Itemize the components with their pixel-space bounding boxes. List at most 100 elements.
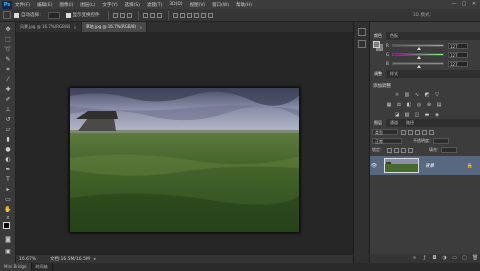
foreground-color-chip[interactable] bbox=[373, 41, 380, 48]
blur-tool-icon[interactable]: ● bbox=[4, 146, 12, 153]
lock-all-icon[interactable] bbox=[408, 147, 413, 153]
posterize-icon[interactable]: ▧ bbox=[404, 112, 410, 118]
quick-select-tool-icon[interactable]: ✎ bbox=[4, 56, 12, 63]
clone-stamp-tool-icon[interactable]: ⊥ bbox=[4, 106, 12, 113]
menu-view[interactable]: 视图(V) bbox=[190, 2, 206, 8]
layer-style-icon[interactable]: ƒ bbox=[422, 256, 427, 261]
add-mask-icon[interactable]: ◘ bbox=[432, 256, 437, 261]
gradient-tool-icon[interactable]: ▮ bbox=[4, 136, 12, 143]
menu-3d[interactable]: 3D(D) bbox=[169, 2, 182, 7]
blue-slider[interactable] bbox=[392, 62, 444, 68]
link-layers-icon[interactable]: ∞ bbox=[412, 256, 417, 261]
layer-row-background[interactable]: 👁 背景 🔒 bbox=[370, 156, 480, 175]
red-value-field[interactable]: 127 bbox=[448, 42, 468, 49]
distribute-bottom-icon[interactable] bbox=[186, 12, 192, 18]
blend-mode-select[interactable]: 正常 bbox=[372, 138, 402, 144]
filter-shape-icon[interactable] bbox=[422, 129, 427, 135]
tab-adjustments[interactable]: 调整 bbox=[370, 70, 386, 78]
filter-smart-object-icon[interactable] bbox=[429, 129, 434, 135]
vibrance-icon[interactable]: ▽ bbox=[434, 92, 440, 98]
tab-channels[interactable]: 通道 bbox=[386, 119, 402, 127]
levels-icon[interactable]: ▥ bbox=[404, 92, 410, 98]
menu-image[interactable]: 图像(I) bbox=[59, 2, 73, 8]
slider-thumb[interactable] bbox=[417, 47, 421, 50]
align-top-icon[interactable] bbox=[112, 12, 118, 18]
lock-transparent-icon[interactable] bbox=[387, 147, 392, 153]
menu-layer[interactable]: 图层(L) bbox=[80, 2, 95, 8]
channel-mixer-icon[interactable]: ⊛ bbox=[426, 102, 432, 108]
layer-name[interactable]: 背景 bbox=[425, 163, 434, 169]
tab-landscape[interactable]: 风景.jpg @ 16.7%(RGB/8) × bbox=[16, 22, 82, 32]
threshold-icon[interactable]: ◫ bbox=[414, 112, 420, 118]
red-slider[interactable] bbox=[392, 44, 444, 50]
tab-grass[interactable]: 草地.jpg @ 16.7%(RGB/8) × bbox=[81, 22, 148, 32]
distribute-center-icon[interactable] bbox=[200, 12, 206, 18]
menu-help[interactable]: 帮助(H) bbox=[236, 2, 252, 8]
curves-icon[interactable]: ∿ bbox=[414, 92, 420, 98]
new-group-icon[interactable]: ▭ bbox=[452, 256, 457, 261]
tab-swatches[interactable]: 色板 bbox=[386, 32, 402, 40]
move-tool-preset-icon[interactable] bbox=[3, 11, 11, 19]
history-brush-tool-icon[interactable]: ↺ bbox=[4, 116, 12, 123]
align-middle-icon[interactable] bbox=[119, 12, 125, 18]
slider-thumb[interactable] bbox=[417, 65, 421, 68]
crop-tool-icon[interactable]: ⌗ bbox=[4, 66, 12, 73]
slider-thumb[interactable] bbox=[417, 56, 421, 59]
menu-window[interactable]: 窗口(W) bbox=[212, 2, 229, 8]
type-tool-icon[interactable]: T bbox=[4, 176, 12, 183]
tab-color[interactable]: 颜色 bbox=[370, 32, 386, 40]
tab-styles[interactable]: 样式 bbox=[386, 70, 402, 78]
photo-filter-icon[interactable]: ◎ bbox=[416, 102, 422, 108]
zoom-level[interactable]: 16.67% bbox=[16, 257, 44, 262]
lock-position-icon[interactable] bbox=[401, 147, 406, 153]
fill-field[interactable] bbox=[441, 147, 457, 153]
distribute-right-icon[interactable] bbox=[207, 12, 213, 18]
auto-select-dropdown[interactable] bbox=[47, 11, 60, 19]
align-left-icon[interactable] bbox=[142, 12, 148, 18]
eyedropper-tool-icon[interactable]: ⁄ bbox=[4, 76, 12, 83]
tab-close-icon[interactable]: × bbox=[73, 25, 76, 30]
healing-brush-tool-icon[interactable]: ✚ bbox=[4, 86, 12, 93]
new-layer-icon[interactable]: ▢ bbox=[462, 256, 467, 261]
tab-paths[interactable]: 路径 bbox=[402, 119, 418, 127]
filter-type-icon[interactable] bbox=[415, 129, 420, 135]
move-tool-icon[interactable]: ✥ bbox=[4, 26, 12, 33]
visibility-eye-icon[interactable]: 👁 bbox=[370, 163, 378, 169]
minimize-button[interactable]: — bbox=[451, 1, 457, 7]
properties-panel-icon[interactable] bbox=[358, 40, 366, 48]
marquee-tool-icon[interactable]: ⬚ bbox=[4, 36, 12, 43]
eraser-tool-icon[interactable]: ▱ bbox=[4, 126, 12, 133]
menu-filter[interactable]: 滤镜(T) bbox=[147, 2, 162, 8]
brightness-icon[interactable]: ☼ bbox=[394, 92, 400, 98]
menu-type[interactable]: 文字(Y) bbox=[102, 2, 117, 8]
green-value-field[interactable]: 127 bbox=[448, 51, 468, 58]
path-select-tool-icon[interactable]: ▸ bbox=[4, 186, 12, 193]
filter-adjustment-icon[interactable] bbox=[408, 129, 413, 135]
menu-file[interactable]: 文件(F) bbox=[15, 2, 30, 8]
document-image[interactable] bbox=[69, 87, 300, 233]
align-right-icon[interactable] bbox=[156, 12, 162, 18]
close-button[interactable]: ✕ bbox=[471, 1, 477, 7]
color-balance-icon[interactable]: ⚖ bbox=[396, 102, 402, 108]
zoom-tool-icon[interactable]: ⌕ bbox=[4, 214, 12, 221]
menu-select[interactable]: 选择(S) bbox=[125, 2, 140, 8]
tab-close-icon[interactable]: × bbox=[139, 25, 142, 30]
status-menu-arrow-icon[interactable]: ▸ bbox=[94, 257, 96, 262]
screen-mode-icon[interactable]: ▣ bbox=[4, 248, 12, 255]
green-slider[interactable] bbox=[392, 53, 444, 59]
distribute-middle-icon[interactable] bbox=[179, 12, 185, 18]
dodge-tool-icon[interactable]: ◐ bbox=[4, 156, 12, 163]
opacity-field[interactable] bbox=[433, 138, 449, 144]
hue-saturation-icon[interactable]: ▦ bbox=[386, 102, 392, 108]
auto-select-checkbox[interactable] bbox=[14, 12, 19, 18]
canvas-area[interactable] bbox=[16, 32, 353, 254]
maximize-button[interactable]: □ bbox=[461, 1, 467, 7]
exposure-icon[interactable]: ◩ bbox=[424, 92, 430, 98]
distribute-top-icon[interactable] bbox=[172, 12, 178, 18]
blue-value-field[interactable]: 127 bbox=[448, 60, 468, 67]
shape-tool-icon[interactable]: ▭ bbox=[4, 196, 12, 203]
tab-layers[interactable]: 图层 bbox=[370, 119, 386, 127]
lock-image-icon[interactable] bbox=[394, 147, 399, 153]
black-white-icon[interactable]: ◧ bbox=[406, 102, 412, 108]
delete-layer-icon[interactable]: 🗑 bbox=[472, 256, 478, 261]
